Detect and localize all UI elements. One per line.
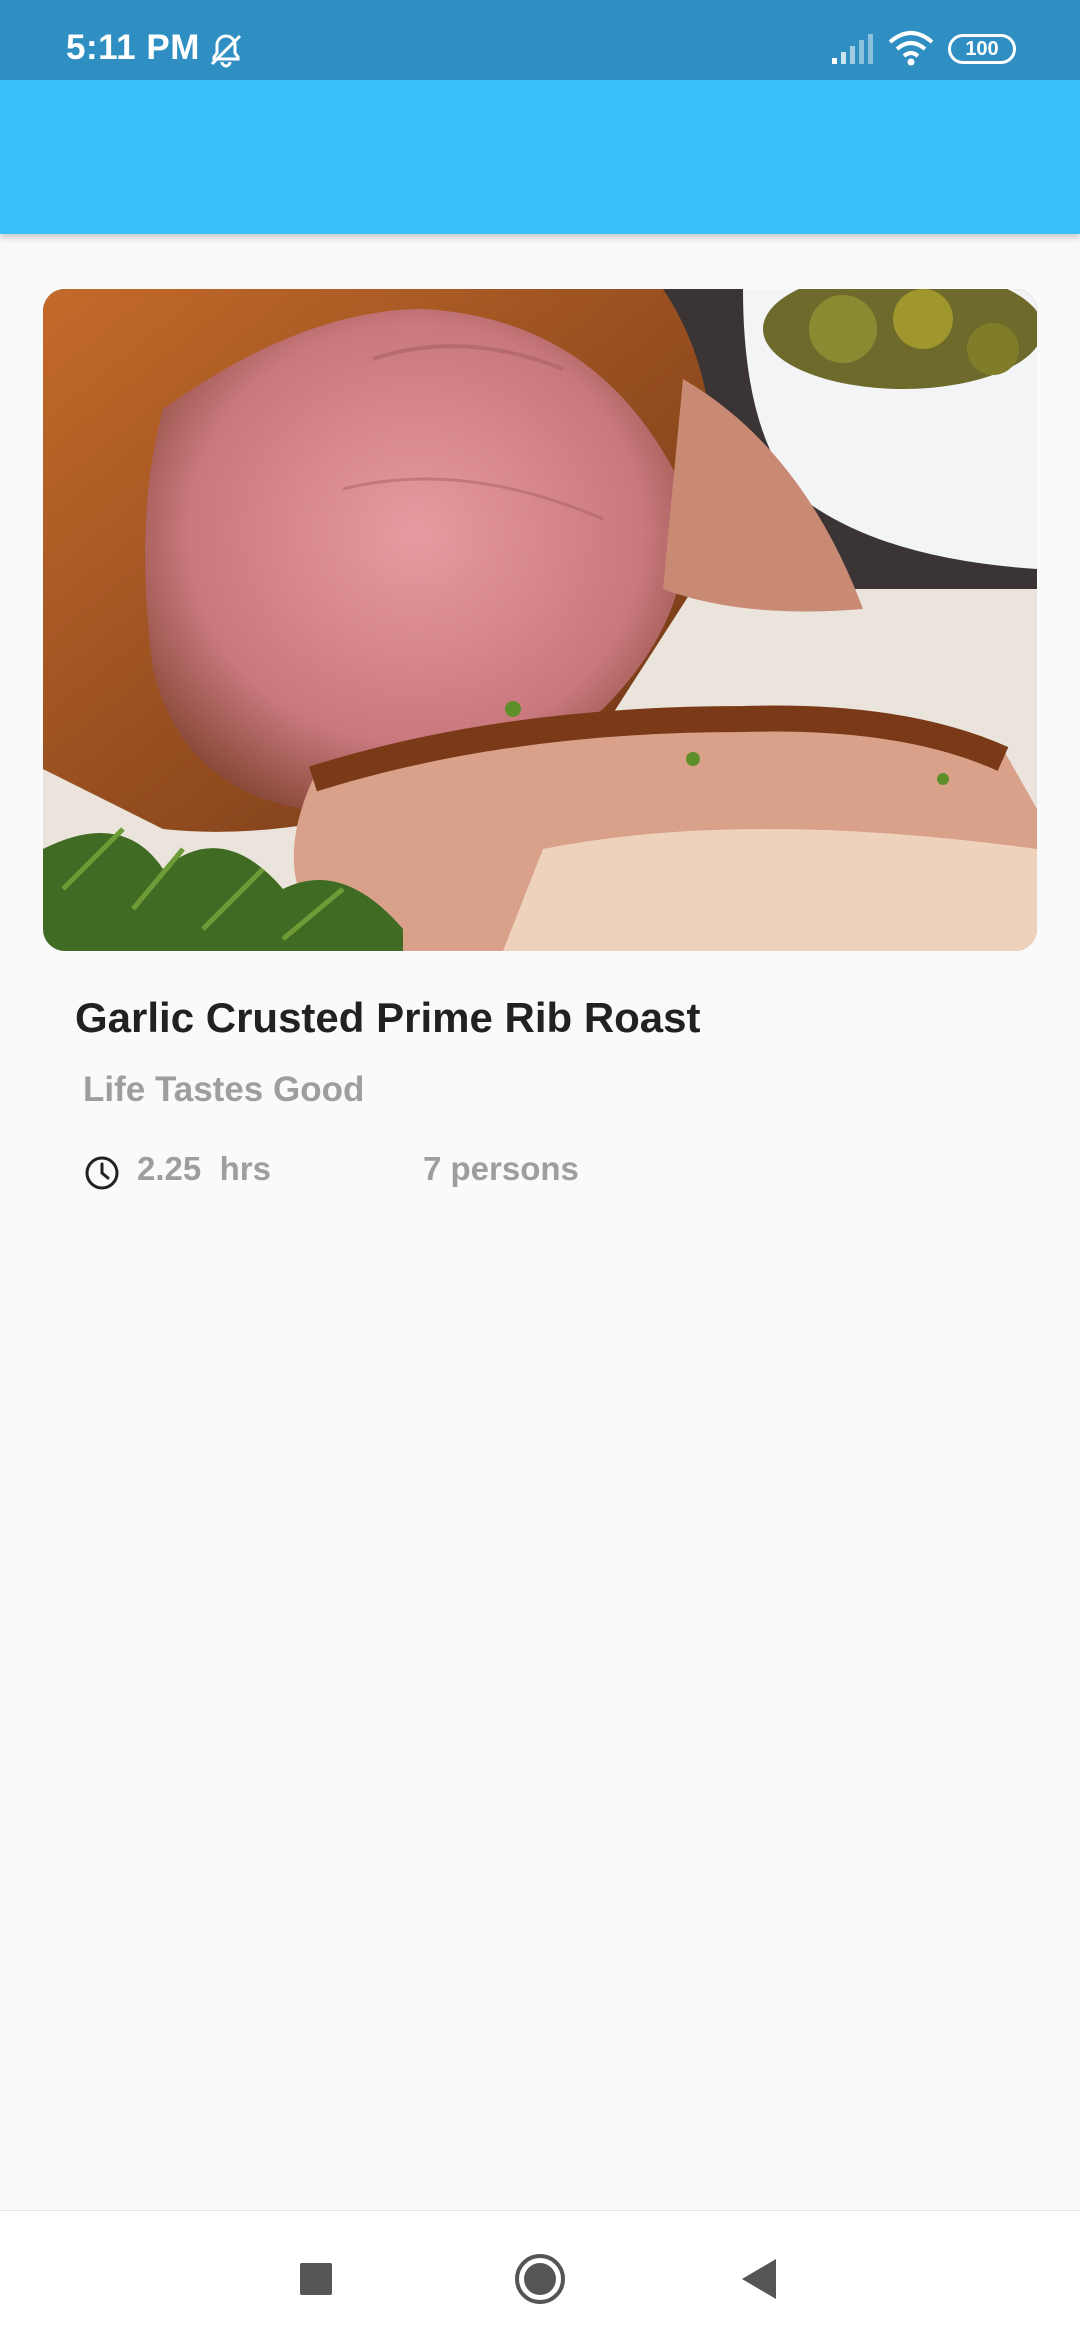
battery-icon: 100 bbox=[948, 34, 1016, 64]
system-navigation-bar bbox=[0, 2210, 1080, 2340]
cellular-signal-icon bbox=[832, 34, 873, 64]
recipe-title: Garlic Crusted Prime Rib Roast bbox=[75, 994, 701, 1041]
battery-level: 100 bbox=[965, 37, 999, 60]
home-icon[interactable] bbox=[512, 2251, 568, 2307]
status-bar: 5:11 PM 100 bbox=[0, 0, 1080, 80]
clock-icon bbox=[85, 1156, 119, 1190]
mute-notifications-icon bbox=[210, 34, 242, 68]
back-icon[interactable] bbox=[732, 2251, 788, 2307]
recents-icon[interactable] bbox=[288, 2251, 344, 2307]
recipe-subtitle: Life Tastes Good bbox=[83, 1070, 365, 1109]
recipe-image[interactable] bbox=[43, 289, 1037, 951]
wifi-icon bbox=[888, 31, 934, 66]
status-time: 5:11 PM bbox=[66, 28, 200, 67]
recipe-duration: 2.25 hrs bbox=[137, 1150, 271, 1187]
app-bar bbox=[0, 80, 1080, 234]
recipe-servings: 7 persons bbox=[423, 1150, 579, 1187]
